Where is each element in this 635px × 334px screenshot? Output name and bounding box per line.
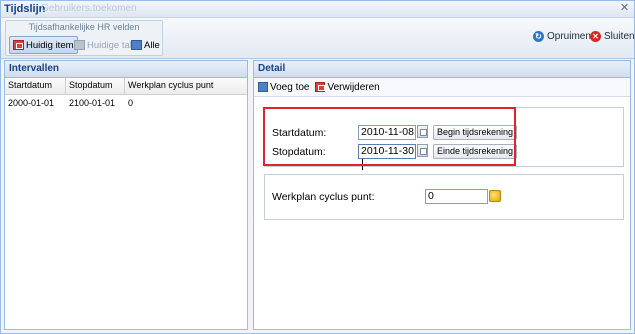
- background-ghost-text: Gebruikers.toekomen: [41, 3, 137, 14]
- all-icon: [131, 40, 142, 50]
- add-icon: [258, 82, 268, 92]
- current-item-label: Huidig item: [26, 39, 74, 51]
- top-toolbar: Tijdsafhankelijke HR velden Huidig item …: [1, 18, 635, 59]
- cell-start: 2000-01-01: [8, 98, 55, 108]
- cycle-point-input[interactable]: 0: [425, 189, 488, 204]
- cell-stop: 2100-01-01: [69, 98, 116, 108]
- cell-cycle: 0: [128, 98, 134, 108]
- cycle-fieldset: Werkplan cyclus punt: 0: [264, 174, 624, 220]
- detail-title: Detail: [254, 61, 630, 78]
- close-label: Sluiten: [604, 31, 635, 42]
- hr-fields-group: Tijdsafhankelijke HR velden Huidig item …: [5, 20, 163, 56]
- close-circle-icon: ✕: [590, 31, 601, 42]
- timeline-window: Tijdslijn Gebruikers.toekomen ✕ Tijdsafh…: [0, 0, 635, 334]
- intervals-panel: Intervallen Startdatum Stopdatum Werkpla…: [4, 60, 248, 330]
- cycle-point-label: Werkplan cyclus punt:: [272, 191, 375, 203]
- add-button[interactable]: Voeg toe: [258, 82, 309, 93]
- remove-label: Verwijderen: [327, 81, 380, 93]
- tab-icon: [74, 40, 85, 50]
- col-startdatum[interactable]: Startdatum: [5, 78, 66, 94]
- detail-toolbar: Voeg toe Verwijderen: [254, 78, 630, 97]
- cycle-picker-icon[interactable]: [489, 190, 501, 202]
- add-label: Voeg toe: [270, 81, 310, 93]
- intervals-title: Intervallen: [5, 61, 247, 78]
- delete-icon: [315, 82, 326, 92]
- remove-button[interactable]: Verwijderen: [315, 81, 380, 93]
- calendar-icon: [13, 40, 24, 50]
- cleanup-label: Opruimen: [547, 31, 591, 42]
- highlight-box: [263, 107, 516, 166]
- col-stopdatum[interactable]: Stopdatum: [66, 78, 125, 94]
- detail-panel: Detail Voeg toe Verwijderen Startdatum: …: [253, 60, 631, 330]
- intervals-header-row: Startdatum Stopdatum Werkplan cyclus pun…: [5, 78, 247, 95]
- group-title: Tijdsafhankelijke HR velden: [28, 22, 140, 32]
- window-title: Tijdslijn: [4, 3, 46, 15]
- all-button[interactable]: Alle: [127, 36, 164, 54]
- table-row[interactable]: 2000-01-01 2100-01-01 0: [5, 95, 247, 111]
- close-button[interactable]: ✕ Sluiten: [590, 31, 635, 42]
- col-cycle-point[interactable]: Werkplan cyclus punt: [125, 78, 247, 94]
- cleanup-button[interactable]: ↻ Opruimen: [533, 31, 591, 42]
- current-item-button[interactable]: Huidig item: [9, 36, 78, 54]
- all-label: Alle: [144, 39, 160, 51]
- window-titlebar[interactable]: Tijdslijn Gebruikers.toekomen ✕: [1, 1, 634, 18]
- close-icon[interactable]: ✕: [619, 3, 630, 14]
- refresh-icon: ↻: [533, 31, 544, 42]
